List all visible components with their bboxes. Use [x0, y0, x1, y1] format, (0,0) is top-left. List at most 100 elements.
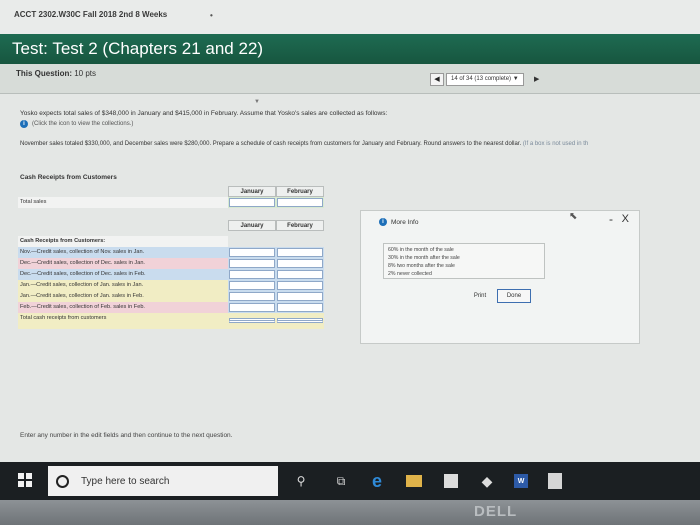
spacer-row [18, 208, 324, 220]
header-row-2: January February [18, 220, 324, 231]
total-sales-february-input[interactable] [277, 198, 323, 207]
question-progress: ◀ 14 of 34 (13 complete) ▼ ▶ [430, 72, 544, 86]
row-label: Dec.—Credit sales, collection of Dec. sa… [18, 269, 228, 280]
jan-feb-jan-input[interactable] [229, 292, 275, 301]
course-bar: ACCT 2302.W30C Fall 2018 2nd 8 Weeks • [0, 0, 700, 34]
collection-rates: 60% in the month of the sale 30% in the … [383, 243, 545, 279]
dec-jan-input[interactable] [229, 259, 275, 268]
test-header: Test: Test 2 (Chapters 21 and 22) [0, 34, 700, 64]
jan-jan-feb-input[interactable] [277, 281, 323, 290]
dec-feb-input[interactable] [277, 270, 323, 279]
row-label: Feb.—Credit sales, collection of Feb. sa… [18, 302, 228, 313]
dec-feb-jan-input[interactable] [229, 270, 275, 279]
chevron-down-icon: ▼ [512, 75, 519, 82]
points-value: 10 pts [74, 69, 97, 78]
question-label: This Question: [16, 69, 72, 78]
collections-link-text: (Click the icon to view the collections.… [32, 121, 134, 127]
row-label: Jan.—Credit sales, collection of Jan. sa… [18, 280, 228, 291]
more-info-dialog: i More Info ⬉ - X 60% in the month of th… [360, 210, 640, 344]
feb-feb-input[interactable] [277, 303, 323, 312]
chevron-down-icon: ▼ [254, 99, 260, 105]
store-icon[interactable] [444, 474, 458, 488]
cash-receipts-schedule: January February Total sales January Feb… [18, 186, 324, 329]
total-receipts-february-input[interactable] [277, 318, 323, 323]
section-label: Cash Receipts from Customers: [18, 236, 228, 247]
mouse-pointer-icon: ⬉ [569, 211, 578, 222]
course-title: ACCT 2302.W30C Fall 2018 2nd 8 Weeks [14, 10, 168, 19]
calculator-icon[interactable] [548, 473, 562, 489]
info-icon: i [379, 218, 387, 226]
rate-item: 2% never collected [388, 271, 432, 277]
cortana-icon [56, 474, 69, 488]
test-name: Test 2 (Chapters 21 and 22) [52, 39, 264, 58]
progress-text: 14 of 34 (13 complete) [451, 75, 512, 82]
header-row: January February [18, 186, 324, 197]
total-receipts-label: Total cash receipts from customers [18, 313, 228, 329]
task-view-icon[interactable]: ⧉ [330, 470, 352, 492]
jan-feb-input[interactable] [277, 292, 323, 301]
course-bullet: • [210, 11, 213, 20]
header-spacer [18, 186, 228, 197]
nov-feb-input[interactable] [277, 248, 323, 257]
microphone-icon[interactable]: ⚲ [290, 470, 312, 492]
table-row: Dec.—Credit sales, collection of Dec. sa… [18, 269, 324, 280]
row-label: Nov.—Credit sales, collection of Nov. sa… [18, 247, 228, 258]
feb-jan-input[interactable] [229, 303, 275, 312]
total-sales-row: Total sales [18, 197, 324, 208]
word-icon[interactable]: W [514, 474, 528, 488]
total-receipts-january-input[interactable] [229, 318, 275, 323]
windows-taskbar: Type here to search ⚲ ⧉ e ◆ W [0, 462, 700, 500]
rate-item: 8% two months after the sale [388, 263, 455, 269]
row-label: Jan.—Credit sales, collection of Jan. sa… [18, 291, 228, 302]
question-prompt: Yosko expects total sales of $348,000 in… [20, 110, 388, 117]
question-select[interactable]: 14 of 34 (13 complete) ▼ [446, 72, 524, 86]
footer-instruction: Enter any number in the edit fields and … [20, 432, 233, 439]
info-icon[interactable]: i [20, 120, 28, 128]
dell-logo: DELL [474, 503, 518, 520]
app-icon[interactable]: ◆ [476, 470, 498, 492]
total-sales-label: Total sales [18, 197, 228, 208]
dialog-title: i More Info [379, 218, 418, 226]
table-row: Dec.—Credit sales, collection of Dec. sa… [18, 258, 324, 269]
question-points: This Question: 10 pts [16, 69, 96, 78]
instructions-hint: (If a box is not used in th [522, 141, 589, 147]
file-explorer-icon[interactable] [406, 475, 422, 487]
done-button[interactable]: Done [497, 289, 531, 303]
question-bar: This Question: 10 pts ◀ 14 of 34 (13 com… [0, 64, 700, 94]
schedule-title: Cash Receipts from Customers [20, 174, 117, 181]
table-row: Jan.—Credit sales, collection of Jan. sa… [18, 291, 324, 302]
table-row: Feb.—Credit sales, collection of Feb. sa… [18, 302, 324, 313]
column-header-january: January [228, 186, 276, 197]
total-receipts-row: Total cash receipts from customers [18, 313, 324, 329]
question-content: ▼ Yosko expects total sales of $348,000 … [0, 94, 700, 462]
collections-link[interactable]: i (Click the icon to view the collection… [20, 120, 133, 128]
table-row: Jan.—Credit sales, collection of Jan. sa… [18, 280, 324, 291]
edge-icon[interactable]: e [366, 470, 388, 492]
nov-jan-input[interactable] [229, 248, 275, 257]
windows-start-icon[interactable] [18, 473, 32, 487]
jan-jan-input[interactable] [229, 281, 275, 290]
instructions-text: November sales totaled $330,000, and Dec… [20, 141, 522, 147]
test-label: Test: [12, 39, 48, 58]
search-placeholder: Type here to search [81, 475, 170, 487]
next-question-button[interactable]: ▶ [530, 73, 544, 86]
dec-jan-feb-input[interactable] [277, 259, 323, 268]
column-header-february: February [276, 186, 324, 197]
rate-item: 60% in the month of the sale [388, 247, 454, 253]
print-button[interactable]: Print [467, 289, 493, 303]
taskbar-search[interactable]: Type here to search [48, 466, 278, 496]
previous-question-button[interactable]: ◀ [430, 72, 444, 86]
close-button[interactable]: X [622, 213, 629, 225]
header-spacer [18, 220, 228, 231]
table-row: Nov.—Credit sales, collection of Nov. sa… [18, 247, 324, 258]
minimize-button[interactable]: - [609, 212, 613, 226]
column-header-february: February [276, 220, 324, 231]
question-instructions: November sales totaled $330,000, and Dec… [20, 141, 588, 147]
monitor-bezel [0, 500, 700, 525]
section-row: Cash Receipts from Customers: [18, 236, 324, 247]
column-header-january: January [228, 220, 276, 231]
dialog-title-text: More Info [391, 218, 419, 226]
row-label: Dec.—Credit sales, collection of Dec. sa… [18, 258, 228, 269]
rate-item: 30% in the month after the sale [388, 255, 460, 261]
total-sales-january-input[interactable] [229, 198, 275, 207]
